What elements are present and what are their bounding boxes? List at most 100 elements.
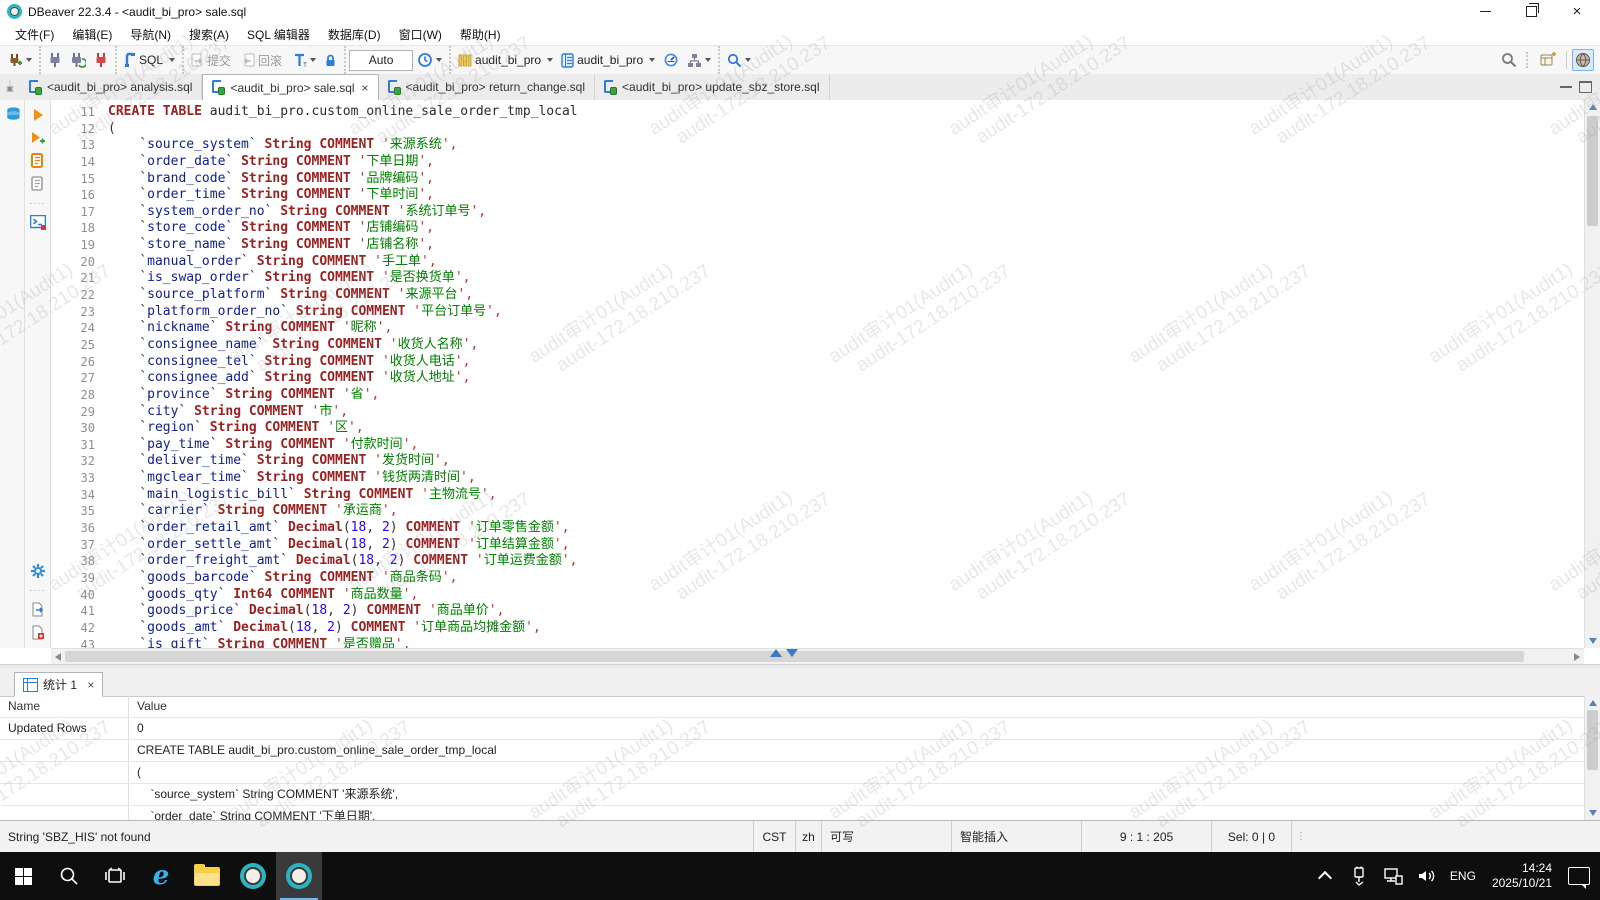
code-token: `province`: [139, 387, 217, 404]
maximize-view-icon[interactable]: [1579, 81, 1592, 93]
menu-item-sql-editor[interactable]: SQL 编辑器: [238, 24, 319, 45]
volume-tray-button[interactable]: [1412, 867, 1442, 885]
commit-button[interactable]: 提交: [188, 50, 237, 71]
taskbar-search-button[interactable]: [46, 852, 92, 900]
code-token: [288, 220, 296, 237]
menu-item-search[interactable]: 搜索(A): [180, 24, 238, 45]
execute-script-button[interactable]: [29, 152, 46, 169]
disconnect-button[interactable]: [91, 50, 111, 70]
explain-plan-button[interactable]: [29, 175, 46, 192]
sql-search-button[interactable]: [724, 51, 754, 70]
minimize-button[interactable]: [1462, 0, 1508, 23]
table-row[interactable]: `order_date` String COMMENT '下单日期',: [0, 806, 1584, 820]
new-connection-button[interactable]: [4, 50, 35, 70]
code-token: ,: [411, 587, 419, 604]
sql-editor-button[interactable]: SQL: [121, 50, 178, 70]
transaction-mode-button[interactable]: [290, 51, 319, 70]
autocommit-selector[interactable]: Auto: [349, 50, 413, 71]
maximize-button[interactable]: [1508, 0, 1554, 23]
code-area[interactable]: 11CREATE TABLE audit_bi_pro.custom_onlin…: [51, 100, 1584, 648]
menu-item-help[interactable]: 帮助(H): [451, 24, 510, 45]
active-perspective-button[interactable]: [1572, 49, 1594, 71]
reconnect-button[interactable]: [67, 50, 89, 70]
code-token: ,: [494, 304, 502, 321]
editor-tab-2[interactable]: <audit_bi_pro> return_change.sql: [379, 74, 595, 100]
taskbar-clock[interactable]: 14:24 2025/10/21: [1484, 861, 1560, 891]
schema-selector[interactable]: audit_bi_pro: [558, 51, 658, 70]
table-row[interactable]: (: [0, 762, 1584, 784]
task-view-button[interactable]: [92, 852, 138, 900]
database-navigator-icon[interactable]: [4, 105, 21, 122]
code-token: [233, 187, 241, 204]
input-language-indicator[interactable]: ENG: [1446, 869, 1480, 883]
open-perspective-button[interactable]: [1537, 50, 1560, 70]
editor-horizontal-scrollbar[interactable]: [51, 648, 1584, 664]
action-center-button[interactable]: [1564, 867, 1594, 885]
insert-mode-indicator[interactable]: 智能插入: [951, 821, 1081, 852]
usb-tray-button[interactable]: [1344, 866, 1374, 886]
code-line: 21 `is_swap_order` String COMMENT '是否换货单…: [51, 270, 1584, 287]
editor-vertical-scrollbar[interactable]: [1584, 100, 1600, 648]
menu-item-file[interactable]: 文件(F): [6, 24, 63, 45]
lock-button[interactable]: [321, 51, 340, 70]
internet-explorer-button[interactable]: e: [138, 852, 184, 900]
dashboard-button[interactable]: [660, 50, 682, 70]
statistics-grid[interactable]: NameValueUpdated Rows0CREATE TABLE audit…: [0, 696, 1584, 820]
code-token: ,: [562, 520, 570, 537]
export-result-button[interactable]: [29, 601, 46, 618]
database-selector[interactable]: audit_bi_pro: [455, 51, 556, 70]
timezone-indicator[interactable]: CST: [753, 821, 795, 852]
line-number: 17: [51, 204, 108, 221]
close-icon[interactable]: ×: [84, 678, 94, 692]
caret-position-indicator[interactable]: 9 : 1 : 205: [1081, 821, 1211, 852]
network-tray-button[interactable]: [1378, 867, 1408, 885]
menu-item-navigate[interactable]: 导航(N): [121, 24, 180, 45]
save-report-button[interactable]: [29, 624, 46, 641]
editor-tab-0[interactable]: <audit_bi_pro> analysis.sql: [20, 74, 202, 100]
table-row[interactable]: Updated Rows0: [0, 718, 1584, 740]
execution-plan-button[interactable]: [684, 51, 714, 70]
tray-expand-button[interactable]: [1310, 870, 1340, 883]
panel-sash-controls[interactable]: [770, 649, 798, 657]
editor-tab-1[interactable]: <audit_bi_pro> sale.sql×: [202, 74, 378, 101]
file-explorer-button[interactable]: [184, 852, 230, 900]
execute-statement-button[interactable]: [29, 106, 46, 123]
writable-indicator[interactable]: 可写: [821, 821, 951, 852]
column-header-name[interactable]: Name: [0, 696, 129, 717]
code-token: `goods_qty`: [139, 587, 225, 604]
close-icon[interactable]: ×: [362, 81, 369, 95]
tab-bar-handle[interactable]: ⁞▣: [0, 74, 20, 100]
dbeaver-window-1-button[interactable]: [230, 852, 276, 900]
table-row[interactable]: `source_system` String COMMENT '来源系统',: [0, 784, 1584, 806]
connect-button[interactable]: [45, 50, 65, 70]
code-token: [405, 304, 413, 321]
scrollbar-thumb[interactable]: [1587, 116, 1598, 226]
execute-new-tab-button[interactable]: [29, 129, 46, 146]
transaction-log-button[interactable]: [414, 50, 445, 70]
editor-tab-3[interactable]: <audit_bi_pro> update_sbz_store.sql: [595, 74, 829, 100]
language-indicator[interactable]: zh: [795, 821, 821, 852]
results-vertical-scrollbar[interactable]: [1584, 696, 1600, 820]
quick-search-button[interactable]: [1498, 50, 1520, 70]
menu-item-window[interactable]: 窗口(W): [390, 24, 451, 45]
start-button[interactable]: [0, 852, 46, 900]
statistics-tab[interactable]: 统计 1 ×: [14, 672, 103, 697]
code-token: `manual_order`: [139, 254, 249, 271]
code-token: [108, 137, 139, 154]
column-header-value[interactable]: Value: [129, 696, 1584, 717]
code-token: [374, 354, 382, 371]
menu-item-edit[interactable]: 编辑(E): [63, 24, 121, 45]
scrollbar-thumb[interactable]: [1587, 710, 1598, 770]
editor-settings-button[interactable]: [29, 562, 46, 579]
code-token: [335, 437, 343, 454]
open-console-button[interactable]: [29, 214, 46, 231]
menu-item-database[interactable]: 数据库(D): [319, 24, 390, 45]
rollback-button[interactable]: 回滚: [239, 50, 288, 71]
sql-editor[interactable]: ···· ···· 11CREATE TABLE audit_bi_pro.cu…: [0, 100, 1600, 648]
analyze-report-button[interactable]: [29, 647, 46, 648]
minimize-view-icon[interactable]: [1560, 86, 1572, 88]
table-row[interactable]: CREATE TABLE audit_bi_pro.custom_online_…: [0, 740, 1584, 762]
dbeaver-window-2-button[interactable]: [276, 852, 322, 900]
selection-indicator[interactable]: Sel: 0 | 0: [1211, 821, 1291, 852]
close-button[interactable]: ×: [1554, 0, 1600, 23]
